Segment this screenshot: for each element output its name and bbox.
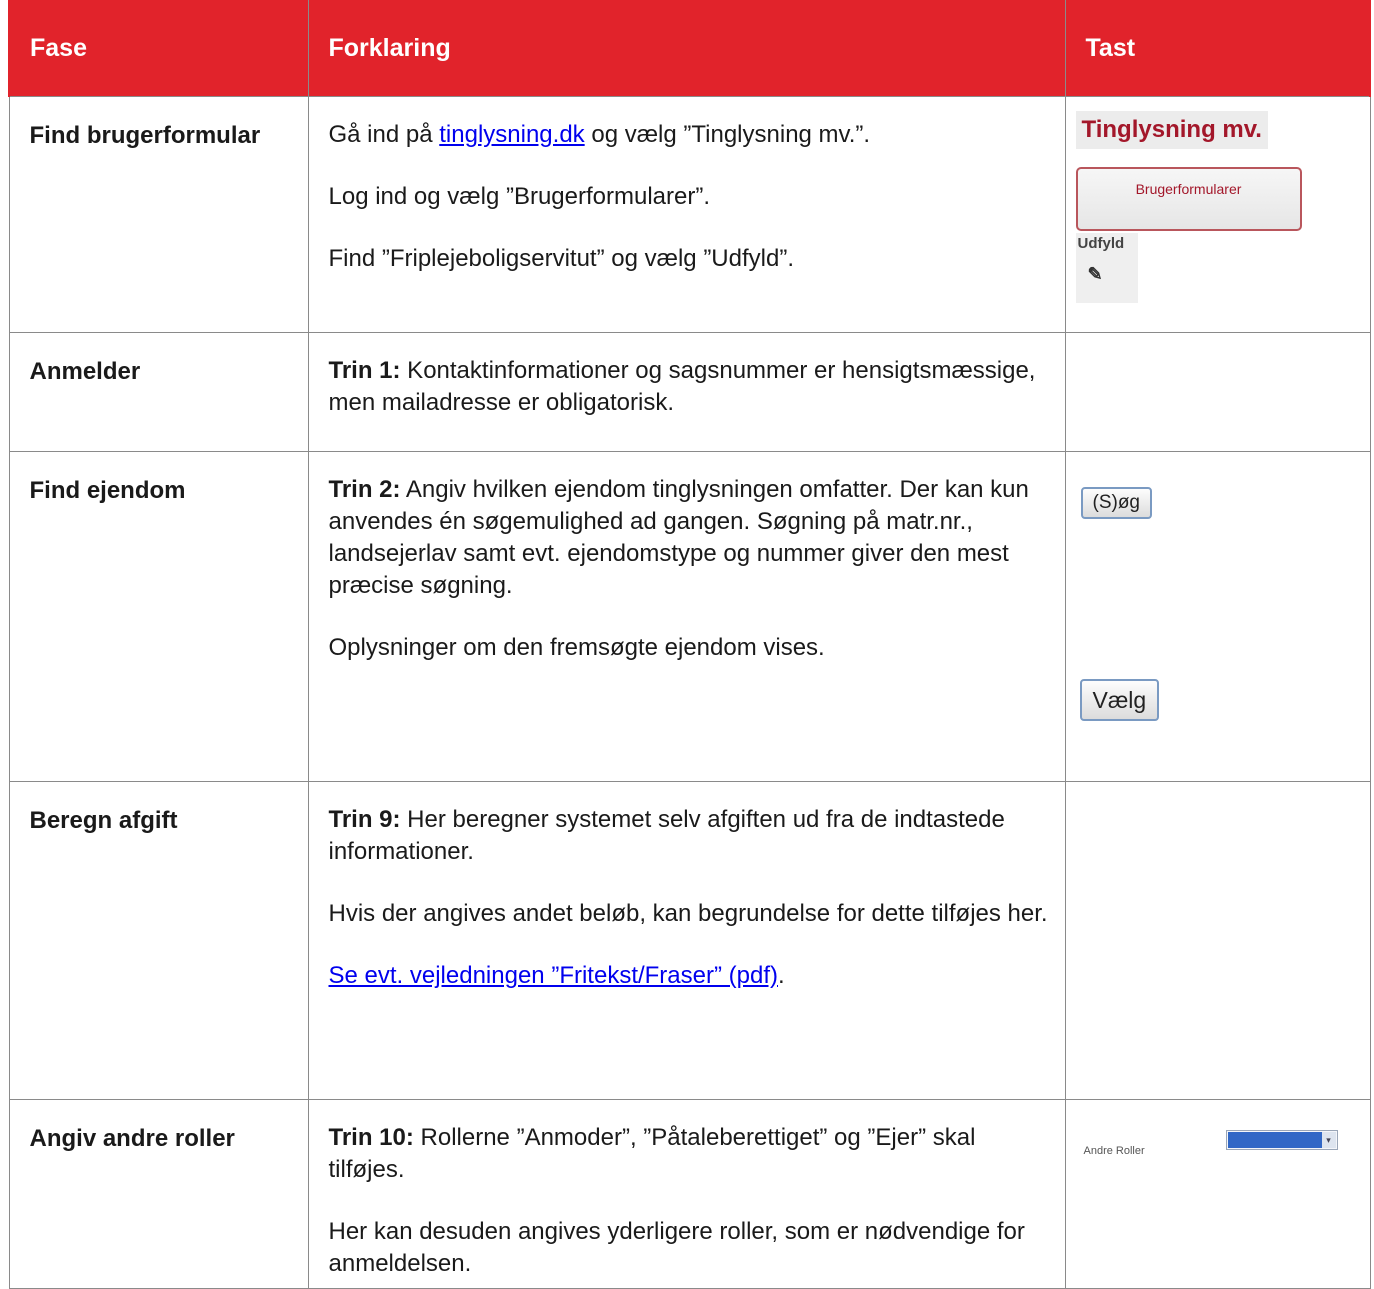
- paragraph: Trin 10: Rollerne ”Anmoder”, ”Påtalebere…: [329, 1122, 1053, 1186]
- forklaring-cell: Gå ind på tinglysning.dk og vælg ”Tingly…: [307, 96, 1066, 333]
- header-row: Fase Forklaring Tast: [8, 0, 1371, 97]
- text: og vælg ”Tinglysning mv.”.: [584, 121, 871, 148]
- tast-cell: Tinglysning mv. Brugerformularer Udfyld …: [1064, 96, 1371, 333]
- header-forklaring: Forklaring: [307, 0, 1066, 97]
- guide-table: Fase Forklaring Tast Find brugerformular…: [8, 0, 1371, 1289]
- header-tast: Tast: [1064, 0, 1371, 97]
- paragraph: Find ”Friplejeboligservitut” og vælg ”Ud…: [328, 245, 795, 272]
- udfyld-button[interactable]: Udfyld ✎: [1075, 233, 1138, 303]
- tast-cell: Andre Roller ▾: [1064, 1099, 1371, 1289]
- step-label: Trin 10:: [328, 1124, 414, 1151]
- paragraph: Trin 1: Kontaktinformationer og sagsnumm…: [329, 355, 1053, 419]
- sog-button[interactable]: (S)øg: [1080, 487, 1152, 519]
- text: Angiv hvilken ejendom tinglysningen omfa…: [328, 476, 1029, 599]
- fase-cell: Find ejendom: [8, 451, 309, 782]
- paragraph: Hvis der angives andet beløb, kan begrun…: [328, 900, 1048, 927]
- forklaring-cell: Trin 2: Angiv hvilken ejendom tinglysnin…: [307, 451, 1066, 782]
- forklaring-cell: Trin 9: Her beregner systemet selv afgif…: [307, 781, 1066, 1100]
- step-label: Trin 1:: [328, 357, 401, 384]
- select-value: [1227, 1132, 1322, 1148]
- forklaring-cell: Trin 1: Kontaktinformationer og sagsnumm…: [307, 332, 1066, 452]
- header-fase: Fase: [8, 0, 309, 97]
- andre-roller-label: Andre Roller: [1083, 1145, 1145, 1157]
- table-row: Angiv andre roller Trin 10: Rollerne ”An…: [8, 1099, 1371, 1289]
- tinglysning-mv-button[interactable]: Tinglysning mv.: [1075, 111, 1268, 149]
- udfyld-label: Udfyld: [1077, 235, 1125, 252]
- table-row: Find brugerformular Gå ind på tinglysnin…: [8, 96, 1371, 333]
- pencil-icon: ✎: [1087, 264, 1103, 284]
- paragraph: Gå ind på tinglysning.dk og vælg ”Tingly…: [329, 119, 1053, 151]
- text: Kontaktinformationer og sagsnummer er he…: [328, 357, 1036, 416]
- paragraph: Oplysninger om den fremsøgte ejendom vis…: [328, 634, 825, 661]
- tast-cell: [1064, 781, 1371, 1100]
- tinglysning-link[interactable]: tinglysning.dk: [439, 121, 584, 148]
- table-row: Find ejendom Trin 2: Angiv hvilken ejend…: [8, 451, 1371, 782]
- andre-roller-select[interactable]: ▾: [1225, 1130, 1338, 1150]
- step-label: Trin 9:: [328, 806, 401, 833]
- fritekst-fraser-link[interactable]: Se evt. vejledningen ”Fritekst/Fraser” (…: [329, 962, 779, 989]
- paragraph: Her kan desuden angives yderligere rolle…: [328, 1218, 1025, 1277]
- step-label: Trin 2:: [328, 476, 401, 503]
- fase-cell: Anmelder: [8, 332, 309, 452]
- brugerformularer-button[interactable]: Brugerformularer: [1075, 167, 1302, 231]
- text: .: [778, 962, 785, 989]
- tast-cell: [1064, 332, 1371, 452]
- paragraph: Log ind og vælg ”Brugerformularer”.: [328, 183, 711, 210]
- table-row: Anmelder Trin 1: Kontaktinformationer og…: [8, 332, 1371, 452]
- fase-cell: Angiv andre roller: [8, 1099, 309, 1289]
- forklaring-cell: Trin 10: Rollerne ”Anmoder”, ”Påtalebere…: [307, 1099, 1066, 1289]
- table-row: Beregn afgift Trin 9: Her beregner syste…: [8, 781, 1371, 1100]
- tast-cell: (S)øg Vælg: [1064, 451, 1371, 782]
- chevron-down-icon: ▾: [1321, 1132, 1336, 1148]
- paragraph: Se evt. vejledningen ”Fritekst/Fraser” (…: [329, 960, 1053, 992]
- paragraph: Trin 9: Her beregner systemet selv afgif…: [329, 804, 1053, 868]
- paragraph: Trin 2: Angiv hvilken ejendom tinglysnin…: [329, 474, 1053, 602]
- fase-cell: Find brugerformular: [8, 96, 309, 333]
- fase-cell: Beregn afgift: [8, 781, 309, 1100]
- text: Gå ind på: [328, 121, 440, 148]
- text: Rollerne ”Anmoder”, ”Påtaleberettiget” o…: [328, 1124, 976, 1183]
- vaelg-button[interactable]: Vælg: [1079, 679, 1160, 721]
- text: Her beregner systemet selv afgiften ud f…: [328, 806, 1005, 865]
